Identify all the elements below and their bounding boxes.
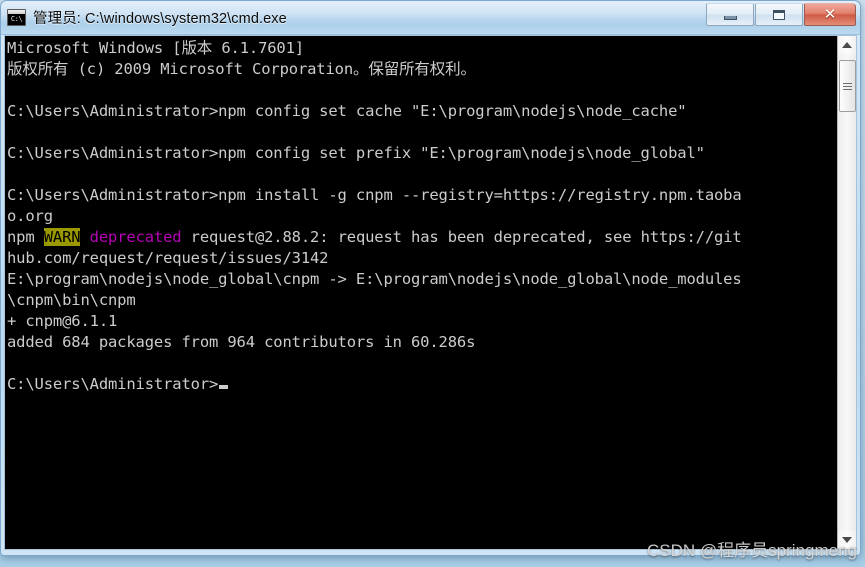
deprecated-label: deprecated [89,228,182,246]
scrollbar-thumb[interactable] [838,60,856,112]
cmd-console-icon [7,9,26,26]
console-line: + cnpm@6.1.1 [7,312,118,330]
scroll-up-button[interactable] [837,36,856,54]
scrollbar-track[interactable] [837,54,856,531]
console-scrollbar[interactable] [837,36,856,549]
maximize-icon [773,9,785,20]
console-output[interactable]: Microsoft Windows [版本 6.1.7601] 版权所有 (c) … [5,36,837,549]
console-line: \cnpm\bin\cnpm [7,291,136,309]
minimize-button[interactable] [706,3,754,26]
desktop-background: 管理员: C:\windows\system32\cmd.exe ✕ Micro… [0,0,865,567]
close-icon: ✕ [823,5,837,23]
console-line: C:\Users\Administrator>npm config set ca… [7,102,687,120]
console-line: 版权所有 (c) 2009 Microsoft Corporation。保留所有… [7,60,476,78]
console-line: C:\Users\Administrator>npm config set pr… [7,144,705,162]
scroll-up-arrow-icon [842,42,852,48]
console-line: Microsoft Windows [版本 6.1.7601] [7,39,304,57]
text-cursor [219,385,229,389]
csdn-watermark: CSDN @程序员springmeng [647,541,857,560]
window-titlebar[interactable]: 管理员: C:\windows\system32\cmd.exe ✕ [1,1,860,35]
console-line: E:\program\nodejs\node_global\cnpm -> E:… [7,270,742,288]
console-line: o.org [7,207,53,225]
console-text: npm [7,228,44,246]
close-button[interactable]: ✕ [804,3,856,26]
console-line: npm WARN deprecated request@2.88.2: requ… [7,227,837,248]
maximize-button[interactable] [755,3,803,26]
warn-badge: WARN [43,228,81,246]
window-controls: ✕ [706,3,856,26]
console-area: Microsoft Windows [版本 6.1.7601] 版权所有 (c) … [4,35,857,550]
console-line: C:\Users\Administrator> [7,374,837,395]
console-text: request@2.88.2: request has been depreca… [181,228,742,246]
cmd-window: 管理员: C:\windows\system32\cmd.exe ✕ Micro… [0,0,861,556]
console-line: C:\Users\Administrator>npm install -g cn… [7,186,742,204]
console-line: hub.com/request/request/issues/3142 [7,249,329,267]
minimize-icon [723,16,737,20]
scrollbar-grip-icon [842,82,852,90]
console-line: added 684 packages from 964 contributors… [7,333,476,351]
window-title: 管理员: C:\windows\system32\cmd.exe [33,11,287,27]
